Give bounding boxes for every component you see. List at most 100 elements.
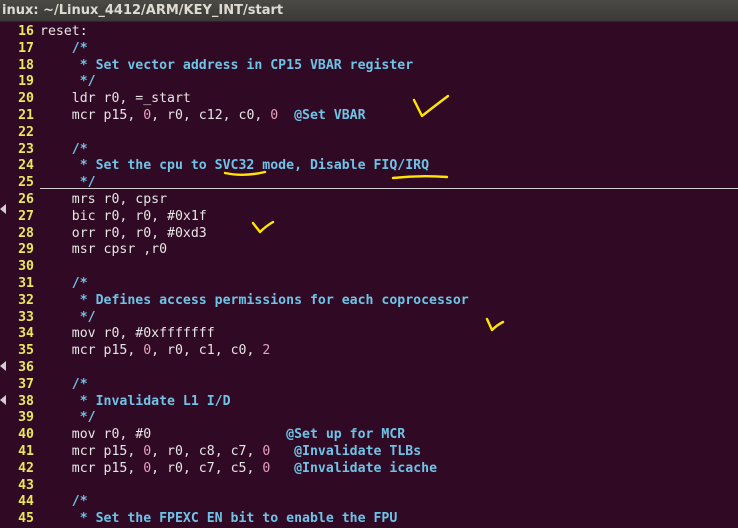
- code-line[interactable]: 39 */: [0, 410, 738, 427]
- code-line[interactable]: 21 mcr p15, 0, r0, c12, c0, 0 @Set VBAR: [0, 108, 738, 125]
- code-text: mcr p15, 0, r0, c12, c0, 0 @Set VBAR: [40, 108, 366, 125]
- code-line[interactable]: 33 */: [0, 310, 738, 327]
- code-text: */: [40, 310, 96, 327]
- line-number: 39: [18, 410, 34, 426]
- code-token: mrs r0, cpsr: [40, 191, 168, 207]
- code-token: orr r0, r0, #0xd3: [40, 225, 207, 241]
- code-token: * Invalidate L1 I/D: [40, 393, 231, 409]
- code-token: reset:: [40, 24, 88, 39]
- code-line[interactable]: 44 /*: [0, 494, 738, 511]
- code-token: mcr p15,: [40, 107, 144, 123]
- code-line[interactable]: 23 /*: [0, 142, 738, 159]
- code-token: @Invalidate TLBs: [294, 443, 422, 459]
- code-token: * Defines access permissions for each co…: [40, 292, 469, 308]
- code-text: /*: [40, 377, 88, 394]
- code-line[interactable]: 42 mcr p15, 0, r0, c7, c5, 0 @Invalidate…: [0, 461, 738, 478]
- code-token: */: [40, 309, 96, 325]
- line-number: 21: [18, 107, 34, 123]
- code-line[interactable]: 27 bic r0, r0, #0x1f: [0, 209, 738, 226]
- code-token: msr cpsr ,r0: [40, 242, 168, 258]
- code-text: * Invalidate L1 I/D: [40, 394, 231, 411]
- code-line[interactable]: 20 ldr r0, =_start: [0, 91, 738, 108]
- code-text: /*: [40, 41, 88, 58]
- code-token: @Invalidate icache: [294, 460, 438, 476]
- line-number: 29: [18, 242, 34, 258]
- code-line[interactable]: 22: [0, 125, 738, 142]
- code-line[interactable]: 36: [0, 360, 738, 377]
- code-token: * Set the cpu to SVC32 mode, Disable FIQ…: [40, 158, 430, 174]
- code-text: /*: [40, 276, 88, 293]
- code-token: 0: [143, 460, 152, 476]
- code-text: mov r0, #0xfffffff: [40, 326, 215, 343]
- window-title: inux: ~/Linux_4412/ARM/KEY_INT/start: [2, 3, 284, 18]
- code-token: /*: [40, 494, 88, 510]
- code-text: * Set vector address in CP15 VBAR regist…: [40, 58, 413, 75]
- code-text: mcr p15, 0, r0, c1, c0, 2: [40, 343, 271, 360]
- line-number: 19: [18, 74, 34, 90]
- line-number: 26: [18, 191, 34, 207]
- code-line[interactable]: 24 * Set the cpu to SVC32 mode, Disable …: [0, 158, 738, 175]
- line-number: 32: [18, 292, 34, 308]
- code-token: * Set vector address in CP15 VBAR regist…: [40, 57, 414, 73]
- code-text: msr cpsr ,r0: [40, 242, 167, 259]
- code-line[interactable]: 26 mrs r0, cpsr: [0, 192, 738, 209]
- code-line[interactable]: 34 mov r0, #0xfffffff: [0, 326, 738, 343]
- code-line[interactable]: 18 * Set vector address in CP15 VBAR reg…: [0, 58, 738, 75]
- line-number: 40: [18, 427, 34, 443]
- code-text: mov r0, #0 @Set up for MCR: [40, 427, 405, 444]
- code-line[interactable]: 31 /*: [0, 276, 738, 293]
- code-text: ldr r0, =_start: [40, 91, 191, 108]
- line-number: 30: [18, 259, 34, 275]
- code-token: bic r0, r0, #0x1f: [40, 208, 207, 224]
- code-token: * Set the FPEXC EN bit to enable the FPU: [40, 511, 398, 527]
- left-margin-marker-icon: [0, 361, 6, 371]
- code-token: /*: [40, 141, 88, 157]
- code-line[interactable]: 43: [0, 478, 738, 495]
- code-line[interactable]: 40 mov r0, #0 @Set up for MCR: [0, 427, 738, 444]
- code-token: , r0, c1, c0,: [151, 343, 263, 359]
- code-text: mcr p15, 0, r0, c7, c5, 0 @Invalidate ic…: [40, 461, 437, 478]
- code-text: reset:: [40, 24, 88, 41]
- code-line[interactable]: 16 reset:: [0, 24, 738, 41]
- code-text: mcr p15, 0, r0, c8, c7, 0 @Invalidate TL…: [40, 444, 421, 461]
- code-line[interactable]: 41 mcr p15, 0, r0, c8, c7, 0 @Invalidate…: [0, 444, 738, 461]
- code-line[interactable]: 19 */: [0, 74, 738, 91]
- code-line[interactable]: 32 * Defines access permissions for each…: [0, 293, 738, 310]
- code-line[interactable]: 17 /*: [0, 41, 738, 58]
- line-number: 43: [18, 477, 34, 493]
- code-text: */: [40, 74, 96, 91]
- code-text: * Set the cpu to SVC32 mode, Disable FIQ…: [40, 158, 429, 175]
- code-text: * Set the FPEXC EN bit to enable the FPU: [40, 511, 398, 528]
- code-line[interactable]: 45 * Set the FPEXC EN bit to enable the …: [0, 511, 738, 528]
- line-number: 16: [18, 24, 34, 39]
- code-text: /*: [40, 494, 88, 511]
- code-token: /*: [40, 40, 88, 56]
- code-line[interactable]: 35 mcr p15, 0, r0, c1, c0, 2: [0, 343, 738, 360]
- code-token: mcr p15,: [40, 443, 144, 459]
- code-line[interactable]: 38 * Invalidate L1 I/D: [0, 394, 738, 411]
- code-line[interactable]: 28 orr r0, r0, #0xd3: [0, 226, 738, 243]
- line-number: 27: [18, 208, 34, 224]
- code-token: mov r0, #0: [40, 427, 287, 443]
- code-line[interactable]: 29 msr cpsr ,r0: [0, 242, 738, 259]
- code-token: , r0, c12, c0,: [151, 107, 271, 123]
- code-line[interactable]: 37 /*: [0, 377, 738, 394]
- line-number: 20: [18, 91, 34, 107]
- code-line[interactable]: 25 */: [0, 175, 738, 192]
- line-number: 34: [18, 326, 34, 342]
- line-number: 22: [18, 124, 34, 140]
- code-text: bic r0, r0, #0x1f: [40, 209, 207, 226]
- line-number: 45: [18, 511, 34, 527]
- code-token: /*: [40, 275, 88, 291]
- code-line[interactable]: 30: [0, 259, 738, 276]
- code-token: mcr p15,: [40, 460, 144, 476]
- code-editor[interactable]: 16 reset: 17 /* 18 * Set vector address in …: [0, 24, 738, 528]
- line-number: 35: [18, 343, 34, 359]
- code-token: mcr p15,: [40, 343, 144, 359]
- line-number: 17: [18, 40, 34, 56]
- code-token: ldr r0, =_start: [40, 91, 191, 107]
- title-bar[interactable]: inux: ~/Linux_4412/ARM/KEY_INT/start: [0, 0, 738, 22]
- line-number: 33: [18, 309, 34, 325]
- code-text: */: [40, 175, 96, 192]
